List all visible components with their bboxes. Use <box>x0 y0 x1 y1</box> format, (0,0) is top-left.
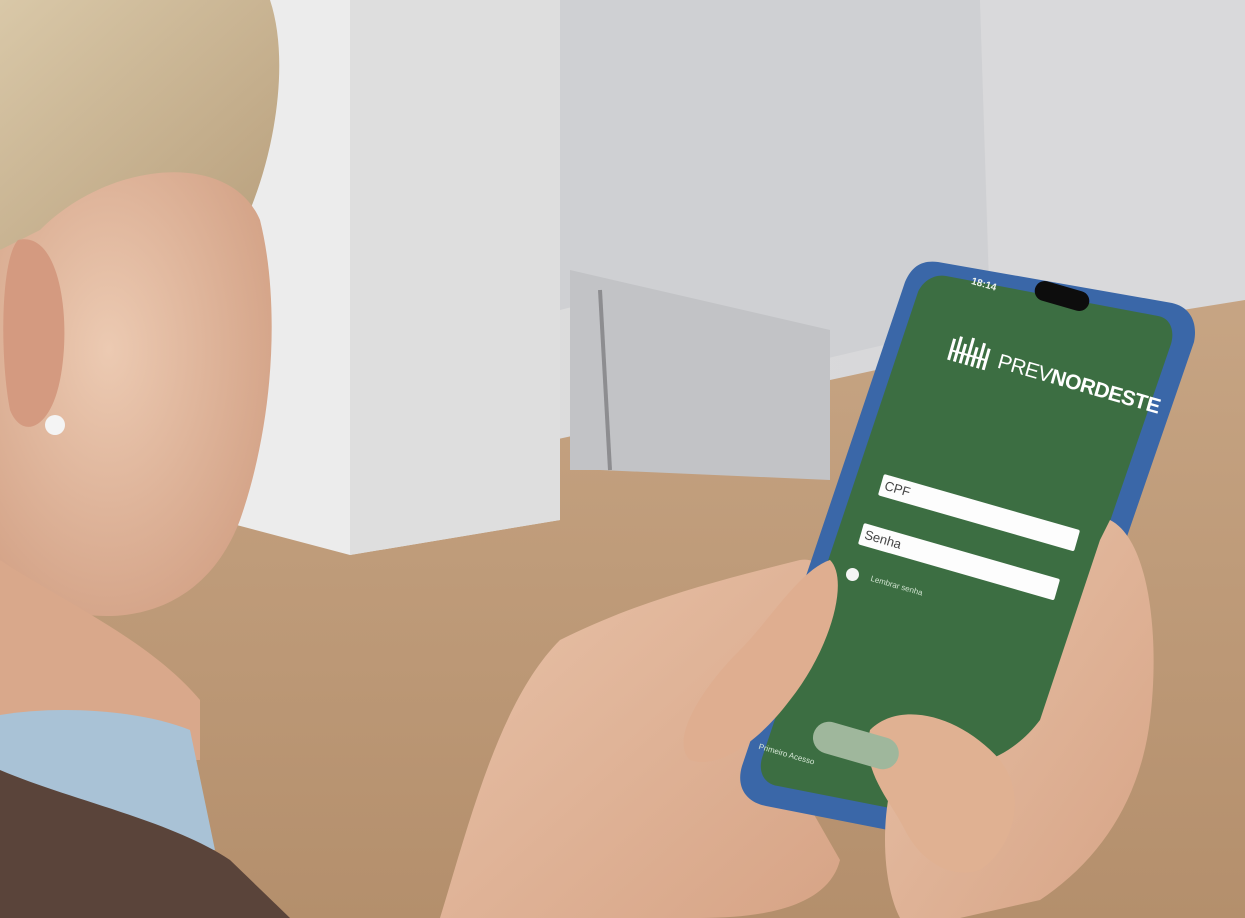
photo-scene: 18:14 PREV NORDESTE CPF Senha Lembrar sen… <box>0 0 1245 918</box>
status-bar-time: 18:14 <box>969 276 998 294</box>
app-login-screen: 18:14 PREV NORDESTE CPF Senha Lembrar sen… <box>0 0 1245 918</box>
brand-logo: PREV NORDESTE <box>943 330 1164 425</box>
login-button[interactable] <box>809 718 903 774</box>
brand-name-bold: NORDESTE <box>1048 365 1163 419</box>
remember-password-label: Lembrar senha <box>869 574 924 598</box>
first-access-link[interactable]: Primeiro Acesso <box>758 742 816 767</box>
cactus-logo-icon <box>947 336 991 371</box>
brand-name-light: PREV <box>994 350 1055 388</box>
remember-password-toggle[interactable] <box>846 568 859 581</box>
